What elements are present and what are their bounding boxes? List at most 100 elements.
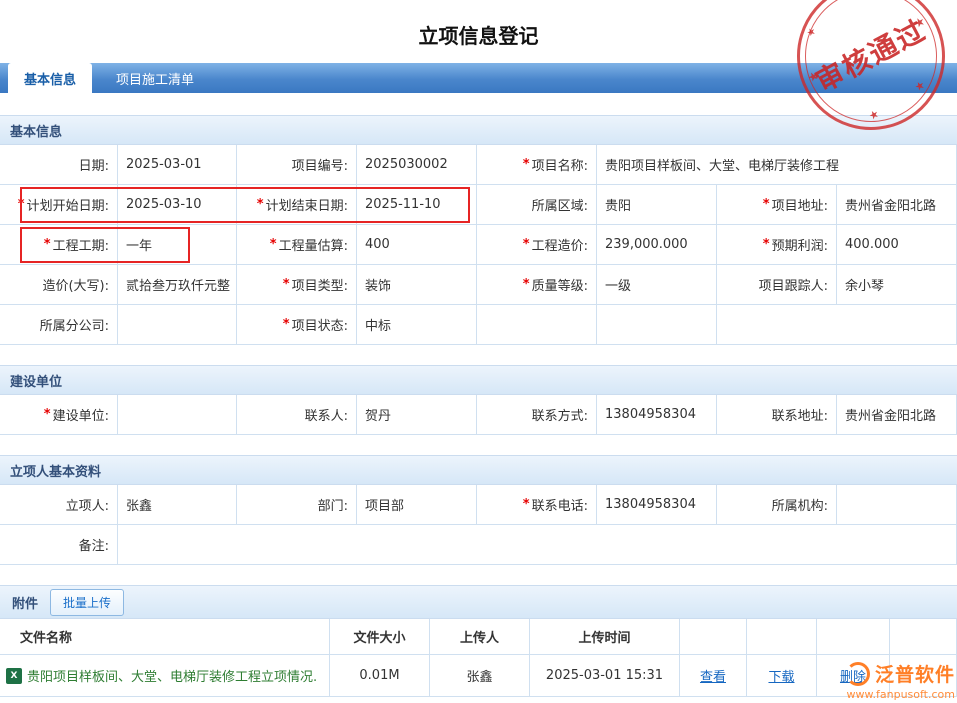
column-header-action bbox=[680, 619, 747, 655]
column-header-action bbox=[747, 619, 817, 655]
field-value-contact-address: 贵州省金阳北路 bbox=[837, 395, 957, 435]
label-text: 立项人: bbox=[66, 495, 109, 514]
field-label: *计划结束日期: bbox=[237, 185, 357, 225]
label-text: 项目地址: bbox=[772, 195, 828, 214]
required-marker: * bbox=[18, 197, 25, 212]
label-text: 项目名称: bbox=[532, 155, 588, 174]
field-value-address: 贵州省金阳北路 bbox=[837, 185, 957, 225]
field-value-remark bbox=[118, 525, 957, 565]
label-text: 所属区域: bbox=[532, 195, 588, 214]
download-link[interactable]: 下载 bbox=[768, 666, 794, 685]
table-row: *计划开始日期: 2025-03-10 *计划结束日期: 2025-11-10 … bbox=[0, 185, 957, 225]
table-row: *工程工期: 一年 *工程量估算: 400 *工程造价: 239,000.000… bbox=[0, 225, 957, 265]
tab-bar: 基本信息 项目施工清单 bbox=[0, 63, 957, 93]
field-value-initiator: 张鑫 bbox=[118, 485, 237, 525]
page-title: 立项信息登记 bbox=[0, 0, 957, 63]
label-text: 计划结束日期: bbox=[266, 195, 348, 214]
field-value-region: 贵阳 bbox=[597, 185, 717, 225]
attachments-table-header: 文件名称 文件大小 上传人 上传时间 bbox=[0, 619, 957, 655]
label-text: 工程造价: bbox=[532, 235, 588, 254]
label-text: 日期: bbox=[79, 155, 109, 174]
required-marker: * bbox=[270, 237, 277, 252]
required-marker: * bbox=[523, 237, 530, 252]
excel-file-icon: X bbox=[6, 668, 22, 684]
label-text: 项目跟踪人: bbox=[759, 275, 828, 294]
field-value-contact-phone: 13804958304 bbox=[597, 395, 717, 435]
field-label: 联系地址: bbox=[717, 395, 837, 435]
field-label: 项目跟踪人: bbox=[717, 265, 837, 305]
field-value-cost: 239,000.000 bbox=[597, 225, 717, 265]
label-text: 所属分公司: bbox=[40, 315, 109, 334]
tab-basic-info[interactable]: 基本信息 bbox=[8, 63, 92, 93]
field-label: 联系人: bbox=[237, 395, 357, 435]
field-label: *项目状态: bbox=[237, 305, 357, 345]
required-marker: * bbox=[257, 197, 264, 212]
attachment-size: 0.01M bbox=[330, 655, 430, 697]
required-marker: * bbox=[523, 497, 530, 512]
field-label: 所属机构: bbox=[717, 485, 837, 525]
basic-info-section-header: 基本信息 bbox=[0, 115, 957, 145]
required-marker: * bbox=[44, 237, 51, 252]
field-value-department: 项目部 bbox=[357, 485, 477, 525]
field-value-project-name: 贵阳项目样板间、大堂、电梯厅装修工程 bbox=[597, 145, 957, 185]
table-row: *建设单位: 联系人: 贺丹 联系方式: 13804958304 联系地址: 贵… bbox=[0, 395, 957, 435]
required-marker: * bbox=[763, 197, 770, 212]
field-label bbox=[477, 305, 597, 345]
field-label: 联系方式: bbox=[477, 395, 597, 435]
field-value-duration: 一年 bbox=[118, 225, 237, 265]
field-value-plan-start: 2025-03-10 bbox=[118, 185, 237, 225]
label-text: 质量等级: bbox=[532, 275, 588, 294]
basic-info-section: 基本信息 日期: 2025-03-01 项目编号: 2025030002 *项目… bbox=[0, 115, 957, 345]
batch-upload-button[interactable]: 批量上传 bbox=[50, 589, 124, 616]
required-marker: * bbox=[283, 277, 290, 292]
field-value-project-type: 装饰 bbox=[357, 265, 477, 305]
field-value-contact: 贺丹 bbox=[357, 395, 477, 435]
field-value-tracker: 余小琴 bbox=[837, 265, 957, 305]
view-link[interactable]: 查看 bbox=[700, 666, 726, 685]
attachment-row: X 贵阳项目样板间、大堂、电梯厅装修工程立项情况. 0.01M 张鑫 2025-… bbox=[0, 655, 957, 697]
basic-info-table: 日期: 2025-03-01 项目编号: 2025030002 *项目名称: 贵… bbox=[0, 145, 957, 345]
attachment-filename: 贵阳项目样板间、大堂、电梯厅装修工程立项情况. bbox=[27, 666, 317, 685]
field-value-project-no: 2025030002 bbox=[357, 145, 477, 185]
label-text: 项目状态: bbox=[292, 315, 348, 334]
attachment-action-empty bbox=[890, 655, 957, 697]
field-label: 备注: bbox=[0, 525, 118, 565]
label-text: 工程工期: bbox=[53, 235, 109, 254]
field-value-organization bbox=[837, 485, 957, 525]
label-text: 联系电话: bbox=[532, 495, 588, 514]
table-row: 造价(大写): 贰拾叁万玖仟元整 *项目类型: 装饰 *质量等级: 一级 项目跟… bbox=[0, 265, 957, 305]
initiator-table: 立项人: 张鑫 部门: 项目部 *联系电话: 13804958304 所属机构:… bbox=[0, 485, 957, 565]
field-value-plan-end: 2025-11-10 bbox=[357, 185, 477, 225]
required-marker: * bbox=[523, 157, 530, 172]
field-label: 造价(大写): bbox=[0, 265, 118, 305]
label-text: 预期利润: bbox=[772, 235, 828, 254]
attachments-section-header: 附件 批量上传 bbox=[0, 585, 957, 619]
initiator-section-header: 立项人基本资料 bbox=[0, 455, 957, 485]
tab-construction-list[interactable]: 项目施工清单 bbox=[100, 63, 210, 93]
field-value-empty bbox=[597, 305, 717, 345]
field-label: *项目类型: bbox=[237, 265, 357, 305]
field-value-date: 2025-03-01 bbox=[118, 145, 237, 185]
initiator-section: 立项人基本资料 立项人: 张鑫 部门: 项目部 *联系电话: 138049583… bbox=[0, 455, 957, 565]
label-text: 备注: bbox=[79, 535, 109, 554]
attachment-uploader: 张鑫 bbox=[430, 655, 530, 697]
label-text: 建设单位: bbox=[53, 405, 109, 424]
field-value-cost-words: 贰拾叁万玖仟元整 bbox=[118, 265, 237, 305]
column-header-action bbox=[817, 619, 890, 655]
column-header-uploader: 上传人 bbox=[430, 619, 530, 655]
column-header-action bbox=[890, 619, 957, 655]
field-label: 立项人: bbox=[0, 485, 118, 525]
table-row: 备注: bbox=[0, 525, 957, 565]
label-text: 所属机构: bbox=[772, 495, 828, 514]
field-label: *计划开始日期: bbox=[0, 185, 118, 225]
required-marker: * bbox=[763, 237, 770, 252]
field-label: *联系电话: bbox=[477, 485, 597, 525]
attachments-section: 附件 批量上传 文件名称 文件大小 上传人 上传时间 X 贵阳项目样板间、大堂、… bbox=[0, 585, 957, 697]
label-text: 联系方式: bbox=[532, 405, 588, 424]
field-value-empty bbox=[717, 305, 957, 345]
delete-link[interactable]: 删除 bbox=[840, 666, 866, 685]
label-text: 联系人: bbox=[305, 405, 348, 424]
construction-unit-section: 建设单位 *建设单位: 联系人: 贺丹 联系方式: 13804958304 联系… bbox=[0, 365, 957, 435]
field-label: *建设单位: bbox=[0, 395, 118, 435]
label-text: 工程量估算: bbox=[279, 235, 348, 254]
